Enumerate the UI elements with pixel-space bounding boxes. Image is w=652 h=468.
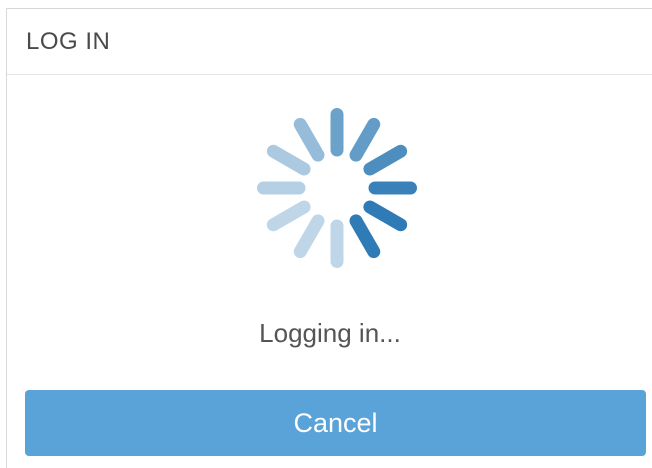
spinner-spoke — [349, 214, 381, 259]
spinner-graphic — [257, 108, 417, 268]
spinner-spoke — [266, 144, 311, 176]
status-message: Logging in... — [259, 318, 401, 348]
spinner-spoke — [266, 200, 311, 232]
spinner-spoke — [293, 214, 325, 259]
cancel-button[interactable]: Cancel — [25, 390, 646, 456]
dialog-header: LOG IN — [7, 9, 652, 75]
loading-spinner-icon — [255, 106, 419, 270]
spinner-spoke — [363, 144, 408, 176]
login-dialog: LOG IN Logging in... Cancel — [6, 8, 652, 468]
spinner-spoke — [363, 200, 408, 232]
dialog-title: LOG IN — [26, 27, 111, 55]
spinner-spoke — [293, 117, 325, 162]
spinner-spoke — [349, 117, 381, 162]
